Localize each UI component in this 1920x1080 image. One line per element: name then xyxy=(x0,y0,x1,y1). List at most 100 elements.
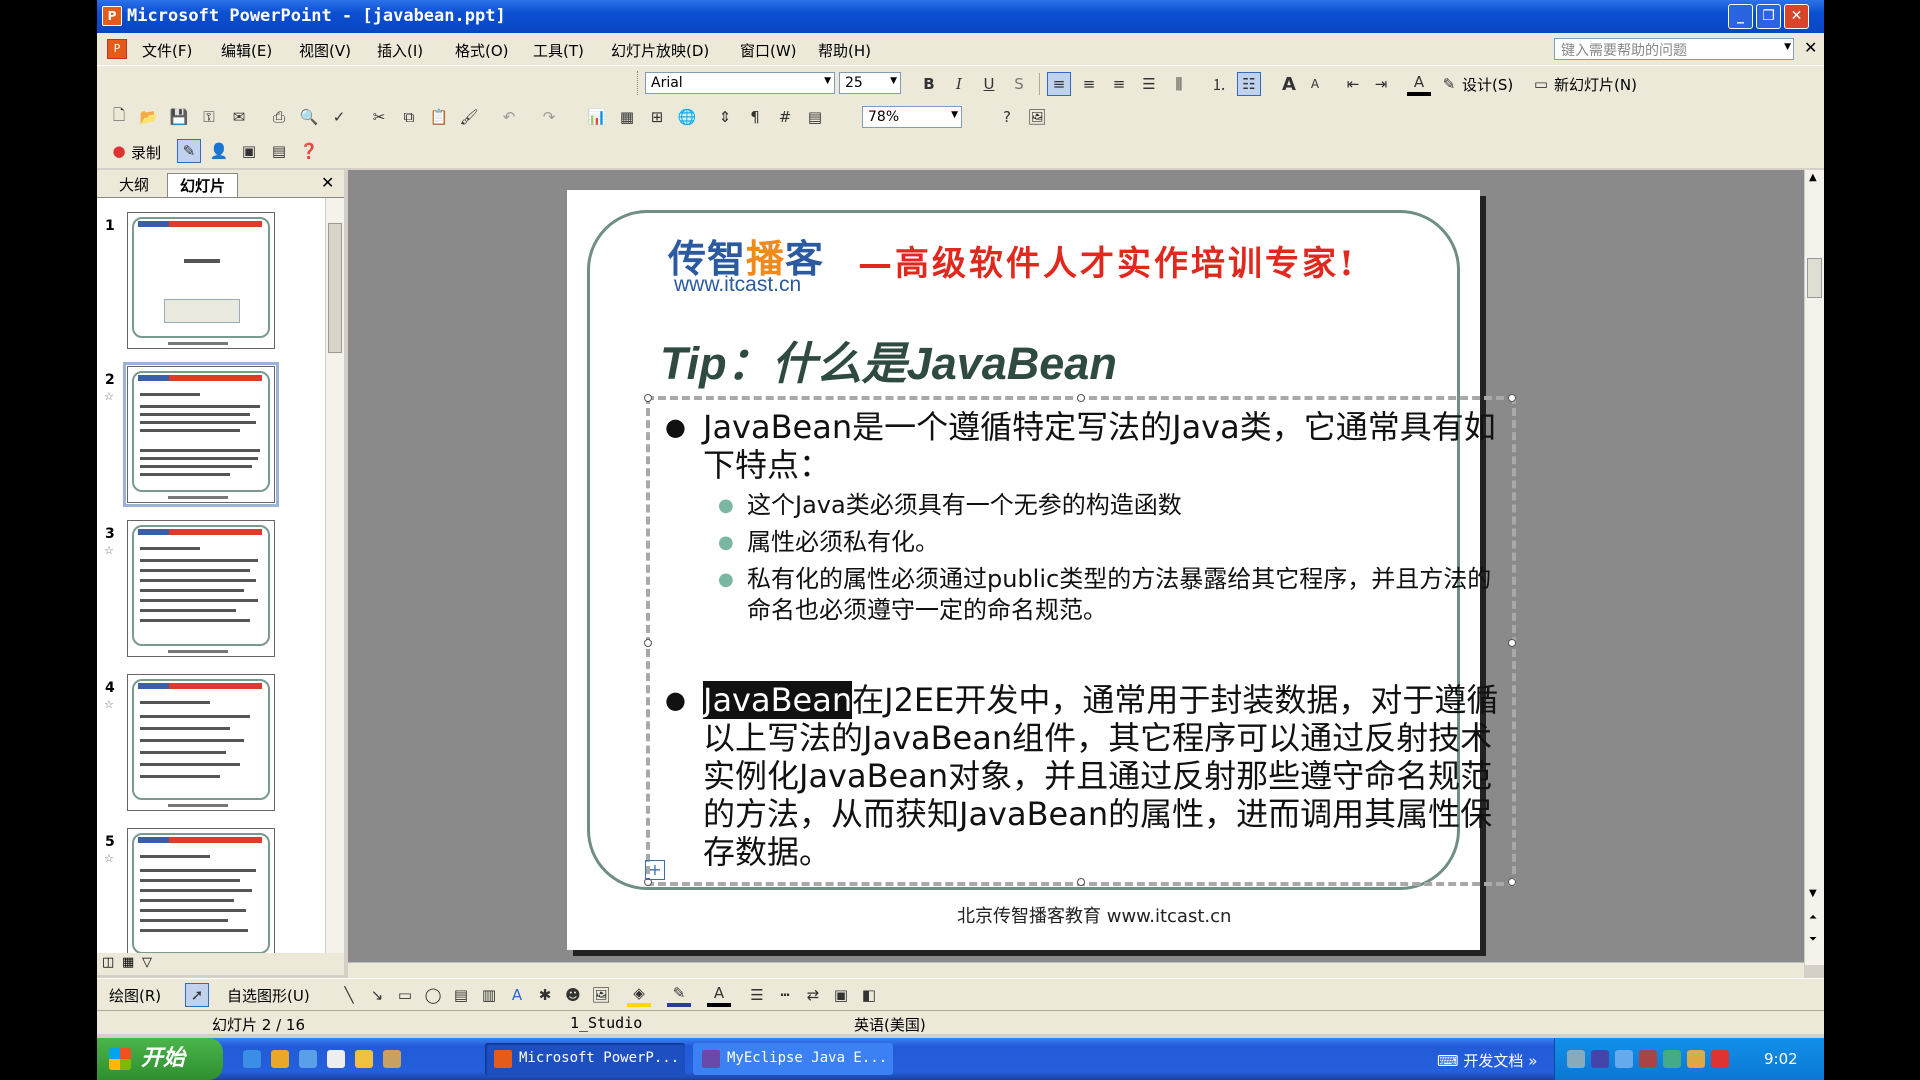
title-bar[interactable]: P Microsoft PowerPoint - [javabean.ppt] … xyxy=(97,0,1824,33)
close-document-icon[interactable]: ✕ xyxy=(1804,38,1817,57)
font-size-select[interactable]: 25 ▼ xyxy=(839,72,901,94)
vertical-text-icon[interactable]: ⫼ xyxy=(1167,72,1191,96)
line-icon[interactable]: ╲ xyxy=(337,983,361,1007)
clipart-icon[interactable]: ☻ xyxy=(561,983,585,1007)
help-icon[interactable]: ? xyxy=(995,105,1019,129)
picture-icon[interactable]: 🖼 xyxy=(1025,105,1049,129)
format-painter-icon[interactable]: 🖌 xyxy=(457,105,481,129)
draw-font-color-icon[interactable]: A xyxy=(707,983,731,1007)
tray-app-icon[interactable] xyxy=(1591,1050,1609,1068)
desktop-icon[interactable] xyxy=(327,1050,345,1068)
select-pointer-icon[interactable]: ➚ xyxy=(185,983,209,1007)
tray-update-icon[interactable] xyxy=(1687,1050,1705,1068)
record-icon[interactable]: ● xyxy=(107,139,131,163)
explorer-icon[interactable] xyxy=(299,1050,317,1068)
restore-button[interactable]: ❐ xyxy=(1756,4,1781,29)
taskbar-powerpoint[interactable]: Microsoft PowerP... xyxy=(485,1043,685,1075)
slideshow-icon[interactable]: ▽ xyxy=(142,955,152,970)
tray-security-icon[interactable] xyxy=(1663,1050,1681,1068)
scrollbar-thumb[interactable] xyxy=(1807,258,1822,298)
tool-icon[interactable] xyxy=(383,1050,401,1068)
copy-icon[interactable]: ⧉ xyxy=(397,105,421,129)
expand-icon[interactable]: ⇕ xyxy=(713,105,737,129)
help-circle-icon[interactable]: ❓ xyxy=(297,139,321,163)
slide-sorter-icon[interactable]: ▦ xyxy=(122,955,134,970)
folder-icon[interactable] xyxy=(355,1050,373,1068)
ie-icon[interactable] xyxy=(243,1050,261,1068)
autofit-options-icon[interactable]: + xyxy=(645,860,665,880)
design-icon[interactable]: ✎ xyxy=(1437,72,1461,96)
textbox-icon[interactable]: ▤ xyxy=(449,983,473,1007)
start-button[interactable]: 开始 xyxy=(97,1038,223,1080)
menu-insert[interactable]: 插入(I) xyxy=(377,40,423,61)
slide-thumbnail-3[interactable] xyxy=(127,520,275,657)
slide-thumbnail-2[interactable] xyxy=(123,362,279,507)
selected-text[interactable]: JavaBean xyxy=(703,681,853,719)
previous-slide-icon[interactable]: ⏶ xyxy=(1809,912,1817,923)
rectangle-icon[interactable]: ▭ xyxy=(393,983,417,1007)
tray-antivirus-icon[interactable] xyxy=(1711,1050,1729,1068)
wordart-icon[interactable]: A xyxy=(505,983,529,1007)
editor-hscrollbar[interactable] xyxy=(348,962,1804,978)
print-preview-icon[interactable]: 🔍 xyxy=(297,105,321,129)
bullets-icon[interactable]: ☷ xyxy=(1237,72,1261,96)
permission-icon[interactable]: ⚿ xyxy=(197,105,221,129)
menu-help[interactable]: 帮助(H) xyxy=(818,40,871,61)
tray-volume-icon[interactable] xyxy=(1639,1050,1657,1068)
design-button[interactable]: 设计(S) xyxy=(1462,74,1513,95)
decrease-font-icon[interactable]: A xyxy=(1303,72,1327,96)
notes-icon[interactable]: ▤ xyxy=(267,139,291,163)
distribute-icon[interactable]: ☰ xyxy=(1137,72,1161,96)
shadow-icon[interactable]: S xyxy=(1007,72,1031,96)
draw-menu-button[interactable]: 绘图(R) xyxy=(109,985,161,1006)
resize-handle[interactable] xyxy=(644,394,652,402)
tray-monitor-icon[interactable] xyxy=(1615,1050,1633,1068)
new-slide-icon[interactable]: ▭ xyxy=(1529,72,1553,96)
vertical-textbox-icon[interactable]: ▥ xyxy=(477,983,501,1007)
email-icon[interactable]: ✉ xyxy=(227,105,251,129)
resize-handle[interactable] xyxy=(1508,394,1516,402)
normal-view-icon[interactable]: ◫ xyxy=(102,955,114,970)
3d-style-icon[interactable]: ◧ xyxy=(857,983,881,1007)
slide-thumbnail-4[interactable] xyxy=(127,674,275,811)
align-left-icon[interactable]: ≡ xyxy=(1047,72,1071,96)
open-icon[interactable]: 📂 xyxy=(137,105,161,129)
increase-indent-icon[interactable]: ⇥ xyxy=(1369,72,1393,96)
resize-handle[interactable] xyxy=(1077,878,1085,886)
oval-icon[interactable]: ◯ xyxy=(421,983,445,1007)
align-center-icon[interactable]: ≡ xyxy=(1077,72,1101,96)
italic-icon[interactable]: I xyxy=(947,72,971,96)
table-icon[interactable]: ▦ xyxy=(615,105,639,129)
shadow-style-icon[interactable]: ▣ xyxy=(829,983,853,1007)
slide-thumbnail-5[interactable] xyxy=(127,828,275,953)
zoom-select[interactable]: 78% ▼ xyxy=(862,106,962,128)
hyperlink-icon[interactable]: 🌐 xyxy=(675,105,699,129)
underline-icon[interactable]: U xyxy=(977,72,1001,96)
slide-thumbnail-1[interactable] xyxy=(127,212,275,349)
menu-file[interactable]: 文件(F) xyxy=(142,40,192,61)
grid-icon[interactable]: # xyxy=(773,105,797,129)
resize-handle[interactable] xyxy=(1508,878,1516,886)
menu-tools[interactable]: 工具(T) xyxy=(533,40,584,61)
menu-window[interactable]: 窗口(W) xyxy=(740,40,797,61)
font-select[interactable]: Arial ▼ xyxy=(645,72,835,94)
print-icon[interactable]: ⎙ xyxy=(267,105,291,129)
fill-color-icon[interactable]: ◈ xyxy=(627,983,651,1007)
align-right-icon[interactable]: ≡ xyxy=(1107,72,1131,96)
tray-network-icon[interactable] xyxy=(1567,1050,1585,1068)
record-button[interactable]: 录制 xyxy=(131,142,161,163)
editor-scrollbar[interactable]: ▲ ▼ ⏶ ⏷ xyxy=(1804,170,1824,965)
toolbar-grip[interactable] xyxy=(637,71,641,95)
user-icon[interactable]: 👤 xyxy=(207,139,231,163)
cut-icon[interactable]: ✂ xyxy=(367,105,391,129)
tables-borders-icon[interactable]: ⊞ xyxy=(645,105,669,129)
redo-icon[interactable]: ↷ xyxy=(537,105,561,129)
tab-outline[interactable]: 大纲 xyxy=(119,174,149,195)
diagram-icon[interactable]: ✱ xyxy=(533,983,557,1007)
line-color-icon[interactable]: ✎ xyxy=(667,983,691,1007)
dash-style-icon[interactable]: ┅ xyxy=(773,983,797,1007)
menu-edit[interactable]: 编辑(E) xyxy=(221,40,272,61)
menu-slideshow[interactable]: 幻灯片放映(D) xyxy=(611,40,709,61)
close-button[interactable]: ✕ xyxy=(1784,4,1809,29)
chevron-down-icon[interactable]: ▼ xyxy=(1784,42,1791,52)
